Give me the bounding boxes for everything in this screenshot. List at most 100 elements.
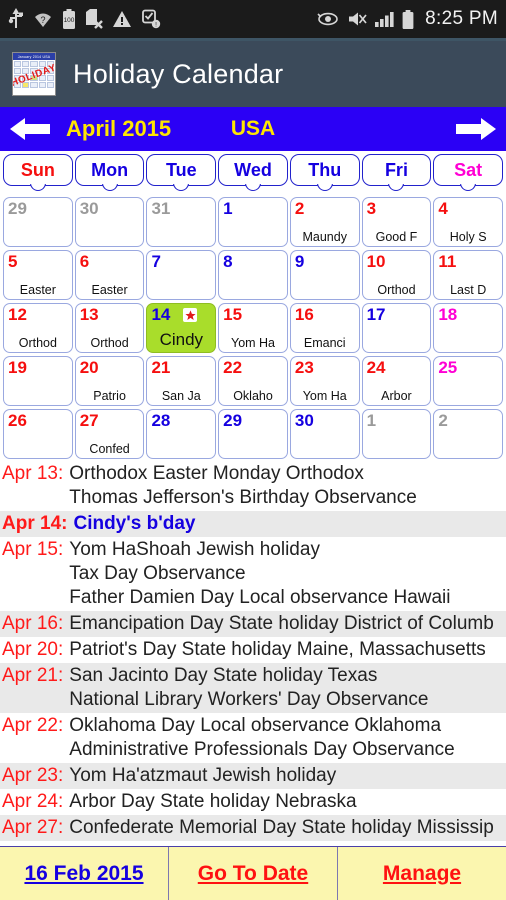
calendar-day-cell[interactable]: 25: [433, 356, 504, 406]
go-to-date-button[interactable]: Go To Date: [169, 847, 338, 900]
day-number: 21: [151, 358, 171, 377]
event-date-label: Apr 21:: [2, 665, 64, 686]
calendar-day-cell[interactable]: 3 Good F: [361, 197, 432, 247]
calendar-day-cell[interactable]: 22 Oklaho: [218, 356, 288, 406]
calendar-day-cell[interactable]: 30: [289, 409, 360, 459]
event-row[interactable]: Apr 22: Oklahoma Day Local observance Okl…: [0, 713, 506, 763]
calendar-day-cell[interactable]: 5 Easter: [3, 250, 73, 300]
day-number: 29: [8, 199, 27, 218]
event-row[interactable]: Apr 15: Yom HaShoah Jewish holiday Tax Day…: [0, 537, 506, 611]
app-icon-cell: [14, 61, 22, 67]
calendar-week-row: 29 30 31 1 2 Maundy 3 Good F 4 Holy S: [2, 196, 504, 248]
app-icon-cell: [30, 82, 38, 88]
calendar-day-cell[interactable]: 6 Easter: [74, 250, 145, 300]
app-icon-cell: [22, 61, 30, 67]
weekday-box: Sat: [433, 154, 504, 186]
calendar-day-cell[interactable]: 19: [3, 356, 73, 406]
event-text-line: Emancipation Day State holiday District …: [69, 613, 494, 634]
app-icon-cell: [46, 82, 54, 88]
app-icon-cell: [14, 68, 22, 74]
calendar-day-cell[interactable]: 24 Arbor: [361, 356, 432, 406]
weekday-header-thu: Thu: [289, 154, 360, 192]
battery-icon: [402, 9, 414, 29]
prev-month-arrow-icon[interactable]: [8, 116, 52, 142]
calendar-day-cell-selected[interactable]: 14 Cindy: [146, 303, 217, 353]
calendar-day-cell[interactable]: 1: [218, 197, 288, 247]
calendar-day-cell[interactable]: 15 Yom Ha: [218, 303, 288, 353]
calendar-week-row: 19 20 Patrio 21 San Ja 22 Oklaho 23 Yom Ha 24 Arbo…: [2, 355, 504, 407]
calendar-day-cell[interactable]: 2 Maundy: [289, 197, 360, 247]
event-text-line: Father Damien Day Local observance Hawai…: [69, 587, 451, 608]
day-number: 19: [8, 358, 27, 377]
event-row[interactable]: Apr 14: Cindy's b'day: [0, 511, 506, 537]
event-text-line: Patriot's Day State holiday Maine, Massa…: [69, 639, 486, 660]
calendar-day-cell[interactable]: 10 Orthod: [361, 250, 432, 300]
weekday-header-mon: Mon: [74, 154, 145, 192]
calendar-day-cell[interactable]: 16 Emanci: [289, 303, 360, 353]
day-event-label: Good F: [375, 230, 418, 244]
next-month-arrow-icon[interactable]: [454, 116, 498, 142]
calendar-day-cell[interactable]: 11 Last D: [433, 250, 504, 300]
current-date-button[interactable]: 16 Feb 2015: [0, 847, 169, 900]
event-date-label: Apr 14:: [2, 513, 68, 534]
day-number: 3: [366, 199, 377, 218]
calendar-day-cell[interactable]: 23 Yom Ha: [289, 356, 360, 406]
day-event-label: Easter: [19, 283, 56, 297]
calendar-day-cell[interactable]: 20 Patrio: [74, 356, 145, 406]
day-event-label: Orthod: [18, 336, 57, 350]
event-row[interactable]: Apr 27: Confederate Memorial Day State ho…: [0, 815, 506, 841]
day-event-label: Patrio: [93, 389, 126, 403]
calendar-day-cell[interactable]: 7: [146, 250, 217, 300]
manage-button[interactable]: Manage: [338, 847, 506, 900]
weekday-header-sat: Sat: [433, 154, 504, 193]
day-event-label: Confed: [89, 442, 130, 456]
calendar-day-cell[interactable]: 17: [361, 303, 432, 353]
calendar-day-cell[interactable]: 8: [218, 250, 288, 300]
event-text-block: Arbor Day State holiday Nebraska: [63, 790, 506, 814]
day-number: 7: [151, 252, 161, 271]
day-number: 27: [79, 411, 99, 430]
weekday-box: Mon: [74, 154, 145, 186]
day-number: 23: [294, 358, 314, 377]
calendar-day-cell[interactable]: 31: [146, 197, 217, 247]
calendar-day-cell[interactable]: 12 Orthod: [3, 303, 73, 353]
event-text-line: National Library Workers' Day Observance: [69, 689, 429, 710]
event-row[interactable]: Apr 21: San Jacinto Day State holiday Tex…: [0, 663, 506, 713]
calendar-day-cell[interactable]: 26: [3, 409, 73, 459]
event-text-block: Orthodox Easter Monday Orthodox Thomas Je…: [63, 462, 506, 510]
event-row[interactable]: Apr 23: Yom Ha'atzmaut Jewish holiday: [0, 763, 506, 789]
day-number: 2: [438, 411, 448, 430]
event-text-line: Thomas Jefferson's Birthday Observance: [69, 487, 417, 508]
day-number: 30: [294, 411, 314, 430]
day-number: 1: [366, 411, 377, 430]
calendar-day-cell[interactable]: 18: [433, 303, 504, 353]
day-number: 4: [438, 199, 448, 218]
calendar-day-cell[interactable]: 29: [218, 409, 288, 459]
calendar-day-cell[interactable]: 13 Orthod: [74, 303, 145, 353]
calendar-day-cell[interactable]: 1: [361, 409, 432, 459]
weekday-label: Mon: [91, 159, 129, 180]
wifi-question-icon: ?: [33, 10, 53, 28]
day-number: 16: [294, 305, 314, 324]
calendar-day-cell[interactable]: 28: [146, 409, 217, 459]
event-row[interactable]: Apr 24: Arbor Day State holiday Nebraska: [0, 789, 506, 815]
event-row[interactable]: Apr 20: Patriot's Day State holiday Maine…: [0, 637, 506, 663]
calendar-day-cell[interactable]: 4 Holy S: [433, 197, 504, 247]
weekday-notch: [245, 184, 262, 193]
weekday-notch: [460, 184, 477, 193]
day-number: 12: [8, 305, 27, 324]
calendar-day-cell[interactable]: 29: [3, 197, 73, 247]
event-list[interactable]: Apr 13: Orthodox Easter Monday Orthodox Th…: [0, 461, 506, 846]
calendar-day-cell[interactable]: 2: [433, 409, 504, 459]
current-month-label[interactable]: April 2015: [66, 116, 171, 142]
calendar-day-cell[interactable]: 27 Confed: [74, 409, 145, 459]
calendar-day-cell[interactable]: 9: [289, 250, 360, 300]
weekday-box: Fri: [361, 154, 432, 186]
event-row[interactable]: Apr 13: Orthodox Easter Monday Orthodox Th…: [0, 461, 506, 511]
event-row[interactable]: Apr 16: Emancipation Day State holiday Di…: [0, 611, 506, 637]
app-icon-cell: [38, 82, 46, 88]
day-event-label: Yom Ha: [302, 389, 347, 403]
calendar-day-cell[interactable]: 21 San Ja: [146, 356, 217, 406]
calendar-day-cell[interactable]: 30: [74, 197, 145, 247]
app-icon-cell: [30, 61, 38, 67]
